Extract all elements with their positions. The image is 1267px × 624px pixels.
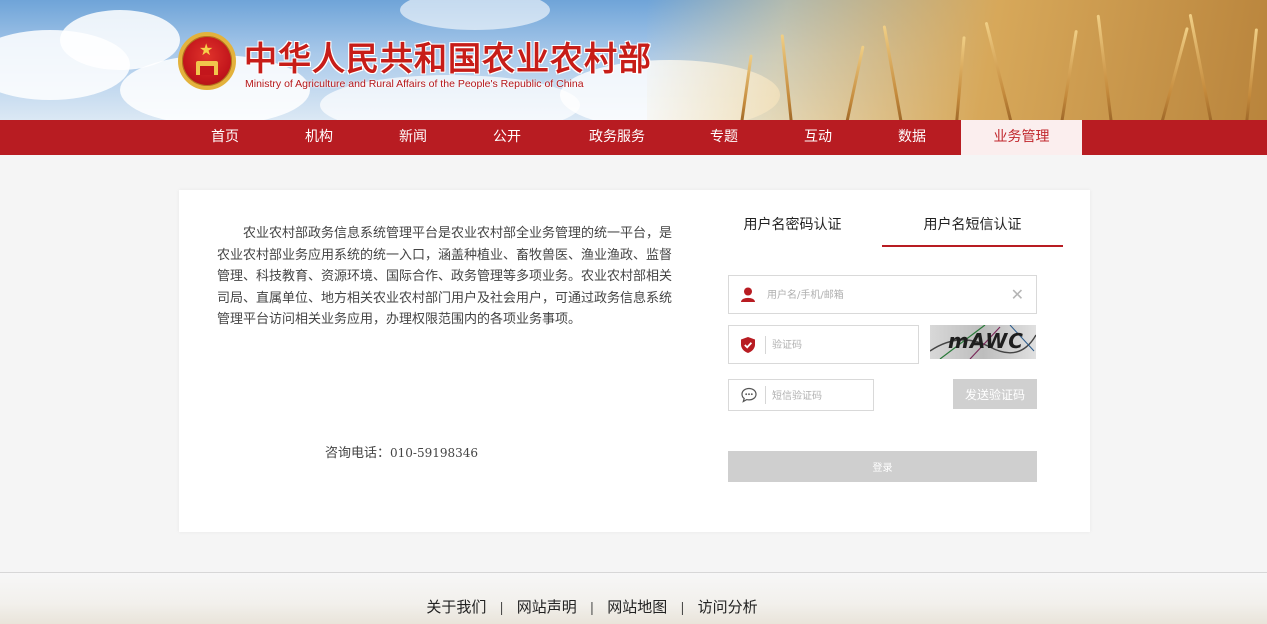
footer-link-analytics[interactable]: 访问分析 bbox=[698, 598, 758, 616]
nav-item-topics[interactable]: 专题 bbox=[677, 120, 771, 155]
nav-item-gov-services[interactable]: 政务服务 bbox=[570, 120, 664, 155]
national-emblem-icon[interactable]: ★ bbox=[178, 32, 236, 90]
shield-check-icon bbox=[741, 337, 755, 357]
site-title[interactable]: 中华人民共和国农业农村部 bbox=[244, 32, 652, 80]
tab-password-auth[interactable]: 用户名密码认证 bbox=[702, 214, 883, 247]
footer-separator: | bbox=[589, 601, 595, 616]
username-input[interactable] bbox=[767, 286, 987, 304]
clear-icon[interactable]: ✕ bbox=[1011, 285, 1024, 305]
captcha-image[interactable]: mAWC bbox=[930, 325, 1036, 359]
cloud-decoration bbox=[400, 0, 550, 30]
field-divider bbox=[765, 386, 766, 404]
main-nav: 首页 机构 新闻 公开 政务服务 专题 互动 数据 业务管理 bbox=[0, 120, 1267, 155]
user-icon bbox=[741, 287, 755, 307]
footer-links: 关于我们 | 网站声明 | 网站地图 | 访问分析 bbox=[0, 596, 1184, 617]
captcha-field[interactable] bbox=[728, 325, 919, 364]
footer-link-about[interactable]: 关于我们 bbox=[426, 598, 486, 616]
footer-link-sitemap[interactable]: 网站地图 bbox=[607, 598, 667, 616]
captcha-input[interactable] bbox=[772, 336, 912, 354]
hotline-number: 010-59198346 bbox=[389, 446, 479, 460]
nav-item-data[interactable]: 数据 bbox=[865, 120, 959, 155]
tab-sms-auth[interactable]: 用户名短信认证 bbox=[882, 214, 1063, 247]
star-icon: ★ bbox=[199, 40, 214, 59]
field-divider bbox=[765, 336, 766, 354]
hotline-label: 咨询电话： bbox=[324, 446, 390, 461]
nav-item-interaction[interactable]: 互动 bbox=[771, 120, 865, 155]
platform-description: 农业农村部政务信息系统管理平台是农业农村部全业务管理的统一平台，是农业农村部业务… bbox=[217, 226, 673, 328]
footer-separator: | bbox=[499, 601, 504, 616]
footer-link-statement[interactable]: 网站声明 bbox=[517, 598, 577, 616]
send-code-button[interactable]: 发送验证码 bbox=[953, 379, 1037, 409]
header-banner: ★ 中华人民共和国农业农村部 Ministry of Agriculture a… bbox=[0, 0, 1267, 120]
footer: 关于我们 | 网站声明 | 网站地图 | 访问分析 bbox=[0, 573, 1267, 624]
footer-separator: | bbox=[680, 601, 685, 616]
sms-code-field[interactable] bbox=[728, 379, 874, 411]
gate-icon bbox=[196, 61, 218, 75]
chat-bubble-icon bbox=[741, 387, 757, 407]
hotline: 咨询电话：010-59198346 bbox=[179, 442, 624, 461]
login-button[interactable]: 登录 bbox=[728, 451, 1037, 482]
nav-item-business-management[interactable]: 业务管理 bbox=[961, 120, 1082, 155]
login-card: 农业农村部政务信息系统管理平台是农业农村部全业务管理的统一平台，是农业农村部业务… bbox=[179, 190, 1090, 532]
nav-item-institutions[interactable]: 机构 bbox=[272, 120, 366, 155]
site-subtitle: Ministry of Agriculture and Rural Affair… bbox=[245, 78, 584, 90]
nav-item-home[interactable]: 首页 bbox=[178, 120, 272, 155]
username-field[interactable]: ✕ bbox=[728, 275, 1037, 314]
nav-item-news[interactable]: 新闻 bbox=[366, 120, 460, 155]
captcha-text: mAWC bbox=[948, 329, 1024, 353]
sms-code-input[interactable] bbox=[772, 387, 868, 405]
nav-item-public[interactable]: 公开 bbox=[460, 120, 554, 155]
